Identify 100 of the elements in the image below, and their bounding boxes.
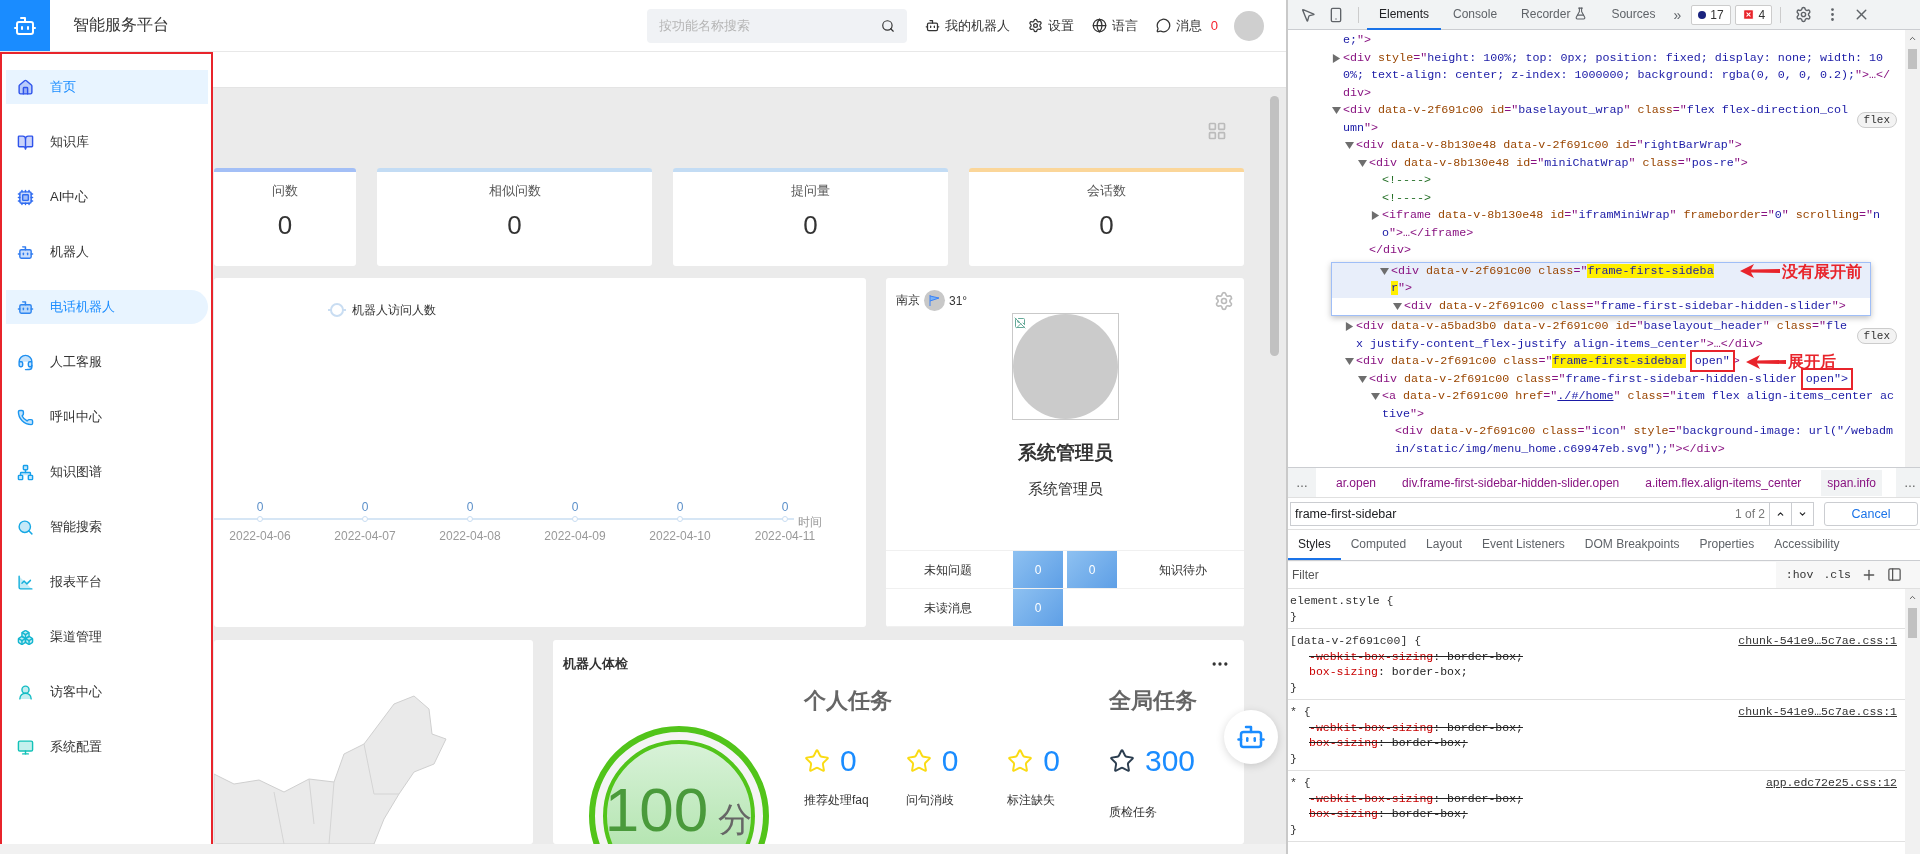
stat-label: 未读消息 — [923, 599, 972, 617]
flex-badge[interactable]: flex — [1856, 111, 1897, 128]
devtools-tab[interactable]: Sources — [1599, 0, 1668, 30]
scroll-right-button[interactable]: … — [1896, 468, 1920, 497]
sidebar-toggle-icon[interactable] — [1887, 567, 1902, 582]
scroll-up-icon[interactable] — [1908, 593, 1917, 602]
expand-triangle-icon[interactable] — [1345, 141, 1354, 150]
arrow-icon — [1745, 354, 1786, 369]
sidebar-item[interactable]: 人工客服 — [6, 345, 208, 379]
data-point — [467, 516, 473, 522]
code-line[interactable]: <div data-v-8b130e48 id="miniChatWrap" class="pos-re"> — [1369, 154, 1748, 172]
code-line[interactable]: <iframe data-v-8b130e48 id="iframMiniWrap" frameborder="0" scrolling="no">…</iframe> — [1382, 207, 1897, 242]
expand-triangle-icon[interactable] — [1371, 392, 1380, 401]
css-declaration: box-sizing: border-box; — [1308, 806, 1469, 822]
sidebar-item[interactable]: AI中心 — [6, 180, 208, 214]
cancel-button[interactable]: Cancel — [1824, 501, 1918, 526]
code-line[interactable]: <div data-v-2f691c00 class="frame-first-sidebar-hidden-slider"> — [1404, 297, 1846, 315]
source-link[interactable]: chunk-541e9…5c7ae.css:1 — [1738, 633, 1897, 649]
logo-icon[interactable] — [0, 0, 50, 51]
nav-link[interactable]: 语言 — [1091, 16, 1138, 35]
assistant-button[interactable] — [1224, 710, 1278, 764]
code-line[interactable]: <div style="height: 100%; top: 0px; position: fixed; display: none; width: 100%; text-align: center; z-index: 1000000; background: rgba(0, 0, 0, 0.2);">…</div> — [1343, 49, 1897, 102]
devtools-tab[interactable]: Console — [1441, 0, 1510, 30]
scrollbar[interactable] — [1905, 589, 1920, 854]
legend-label: 机器人访问人数 — [352, 303, 436, 317]
scrollbar-thumb[interactable] — [1908, 49, 1917, 69]
sidebar-item[interactable]: 智能搜索 — [6, 510, 208, 544]
code-line[interactable]: <!----> — [1382, 172, 1432, 190]
nav-link[interactable]: 消息 0 — [1155, 16, 1218, 35]
error-counter[interactable]: 4 — [1734, 4, 1773, 25]
cls-toggle[interactable]: .cls — [1823, 568, 1851, 581]
temperature-label: 31° — [949, 293, 968, 308]
expand-triangle-icon[interactable] — [1358, 158, 1367, 168]
sidebar-item[interactable]: 机器人 — [6, 235, 208, 269]
more-tabs-button[interactable]: » — [1667, 6, 1688, 23]
dot-icon — [1698, 10, 1707, 19]
scrollbar[interactable] — [1905, 30, 1920, 467]
breadcrumb-item[interactable]: div.frame-first-sidebar-hidden-slider.open — [1396, 469, 1626, 496]
breadcrumb-item[interactable]: ar.open — [1330, 469, 1383, 496]
pane-tab[interactable]: Computed — [1340, 530, 1417, 560]
sidebar-item[interactable]: 呼叫中心 — [6, 400, 208, 434]
filter-field[interactable]: Filter — [1288, 561, 1776, 588]
flex-badge[interactable]: flex — [1856, 327, 1897, 344]
search-field[interactable]: 按功能名称搜索 — [646, 8, 907, 43]
breadcrumb-item[interactable]: a.item.flex.align-items_center — [1639, 469, 1808, 496]
sidebar-item[interactable]: 访客中心 — [6, 675, 208, 709]
expand-triangle-icon[interactable] — [1380, 266, 1389, 276]
city-label: 南京 — [896, 292, 920, 309]
devtools-tab[interactable]: Elements — [1367, 0, 1442, 30]
code-line[interactable]: <!----> — [1382, 189, 1432, 207]
sidebar-item[interactable]: 渠道管理 — [6, 620, 208, 654]
scrollbar-thumb[interactable] — [1908, 608, 1917, 638]
axis-label: 2022-04-09 — [544, 529, 606, 543]
group-title: 全局任务 — [1109, 687, 1198, 715]
find-field[interactable]: frame-first-sidebar 1 of 2 — [1290, 501, 1814, 526]
code-line[interactable]: <div data-v-2f691c00 class="frame-first-sidebar-hidden-slider open"> — [1369, 370, 1851, 388]
pane-tab[interactable]: Properties — [1689, 530, 1765, 560]
nav-link[interactable]: 设置 — [1027, 16, 1074, 35]
sidebar-item[interactable]: 系统配置 — [6, 730, 208, 764]
sidebar-item[interactable]: 知识库 — [6, 125, 208, 159]
weather-icon — [924, 290, 945, 311]
pane-tab[interactable]: DOM Breakpoints — [1574, 530, 1690, 560]
expand-triangle-icon[interactable] — [1345, 322, 1354, 331]
devtools-tab[interactable]: Recorder — [1509, 0, 1600, 30]
code-line[interactable]: <a data-v-2f691c00 href="./#/home" class="item flex align-items_center active"> — [1382, 388, 1897, 423]
scroll-left-button[interactable]: … — [1288, 468, 1316, 497]
task-label: 问句消歧 — [905, 792, 955, 809]
expand-triangle-icon[interactable] — [1332, 53, 1341, 63]
chat-icon — [1155, 18, 1171, 33]
scroll-up-icon[interactable] — [1908, 34, 1917, 43]
expand-triangle-icon[interactable] — [1393, 301, 1402, 311]
network-icon — [17, 463, 34, 481]
code-line[interactable]: <div data-v-a5bad3b0 data-v-2f691c00 id="baselayout_header" class="flex justify-content_flex-justify align-items_center">…</div> — [1356, 318, 1853, 353]
robot-icon — [17, 243, 34, 261]
code-line[interactable]: </div> — [1369, 242, 1412, 260]
source-link[interactable]: app.edc72e25.css:12 — [1765, 775, 1897, 791]
expand-triangle-icon[interactable] — [1332, 106, 1341, 115]
nav-link[interactable]: 我的机器人 — [924, 16, 1010, 35]
source-link[interactable]: chunk-541e9…5c7ae.css:1 — [1738, 704, 1897, 720]
expand-triangle-icon[interactable] — [1358, 374, 1367, 384]
pane-tab[interactable]: Layout — [1416, 530, 1473, 560]
horizontal-scrollbar[interactable] — [0, 844, 1286, 854]
warning-counter[interactable]: 17 — [1691, 4, 1731, 25]
user-icon — [17, 683, 34, 701]
code-line[interactable]: e;"> — [1343, 32, 1372, 50]
code-line[interactable]: <div data-v-2f691c00 id="baselayout_wrap" class="flex flex-direction_column"> — [1343, 102, 1853, 137]
globe-icon — [1091, 18, 1107, 33]
code-line[interactable]: <div data-v-2f691c00 class="icon" style="background-image: url("/webadmin/static/img/menu_home.c69947eb.svg");"></div> — [1395, 423, 1897, 458]
pane-tab[interactable]: Event Listeners — [1472, 530, 1575, 560]
sidebar-item[interactable]: 报表平台 — [6, 565, 208, 599]
hov-toggle[interactable]: :hov — [1785, 568, 1814, 581]
search-icon[interactable] — [880, 18, 895, 33]
expand-triangle-icon[interactable] — [1371, 211, 1380, 220]
pane-tab[interactable]: Accessibility — [1764, 530, 1850, 560]
code-line[interactable]: <div data-v-8b130e48 data-v-2f691c00 id="rightBarWrap"> — [1356, 137, 1742, 155]
breadcrumb-item[interactable]: span.info — [1821, 469, 1883, 496]
expand-triangle-icon[interactable] — [1345, 357, 1354, 366]
sidebar-item[interactable]: 知识图谱 — [6, 455, 208, 489]
monitor-icon — [17, 738, 34, 756]
closing-brace: } — [1290, 750, 1298, 766]
